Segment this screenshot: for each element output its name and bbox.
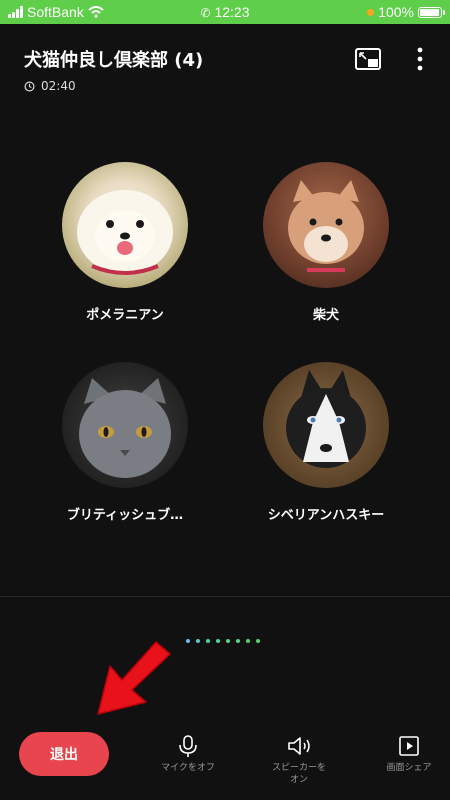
phone-icon: ✆ <box>200 6 211 20</box>
status-bar: SoftBank ✆ 12:23 100% <box>0 0 450 24</box>
screen-share-label: 画面シェア <box>386 763 432 773</box>
avatar-husky <box>263 362 389 488</box>
red-arrow-icon <box>97 641 171 715</box>
mic-label: マイクをオフ <box>161 763 215 773</box>
status-time: 12:23 <box>214 4 250 20</box>
speaker-icon <box>288 737 310 755</box>
page-dot <box>246 639 250 643</box>
participant-tile[interactable]: ブリティッシュブ… <box>35 362 215 523</box>
more-vertical-icon[interactable] <box>410 46 430 72</box>
divider <box>0 596 450 597</box>
pip-icon[interactable] <box>355 48 381 70</box>
speaker-label-line2: オン <box>289 775 308 785</box>
page-dot <box>236 639 240 643</box>
speaker-label-line1: スピーカーを <box>271 763 326 773</box>
participant-name: 柴犬 <box>312 308 339 323</box>
group-title: 犬猫仲良し倶楽部 (4) <box>24 50 204 71</box>
page-dot <box>206 639 210 643</box>
elapsed-time: 02:40 <box>41 79 76 93</box>
participant-tile[interactable]: 柴犬 <box>236 162 416 323</box>
speaker-toggle[interactable]: スピーカーを オン <box>262 734 336 786</box>
location-dot-icon <box>367 8 375 16</box>
battery-icon <box>418 6 445 18</box>
avatar-shiba <box>263 162 389 288</box>
participant-tile[interactable]: シベリアンハスキー <box>236 362 416 523</box>
page-dot <box>186 639 190 643</box>
participant-tile[interactable]: ポメラニアン <box>35 162 215 323</box>
participant-name: シベリアンハスキー <box>267 508 385 523</box>
page-dot <box>256 639 260 643</box>
participant-name: ブリティッシュブ… <box>66 508 184 523</box>
page-dot <box>226 639 230 643</box>
page-dot <box>216 639 220 643</box>
mic-toggle[interactable]: マイクをオフ <box>156 734 220 774</box>
clock-icon <box>24 81 35 91</box>
avatar-pomeranian <box>62 162 188 288</box>
page-dot <box>196 639 200 643</box>
avatar-british-shorthair <box>62 362 188 488</box>
call-timer: 02:40 <box>24 79 76 93</box>
leave-button[interactable]: 退出 <box>19 732 109 776</box>
battery-percent: 100% <box>378 4 414 20</box>
screen-share-button[interactable]: 画面シェア <box>380 734 438 774</box>
microphone-icon <box>179 735 197 757</box>
screen-share-icon <box>399 736 419 756</box>
page-indicator <box>186 639 260 643</box>
participant-name: ポメラニアン <box>86 308 164 323</box>
